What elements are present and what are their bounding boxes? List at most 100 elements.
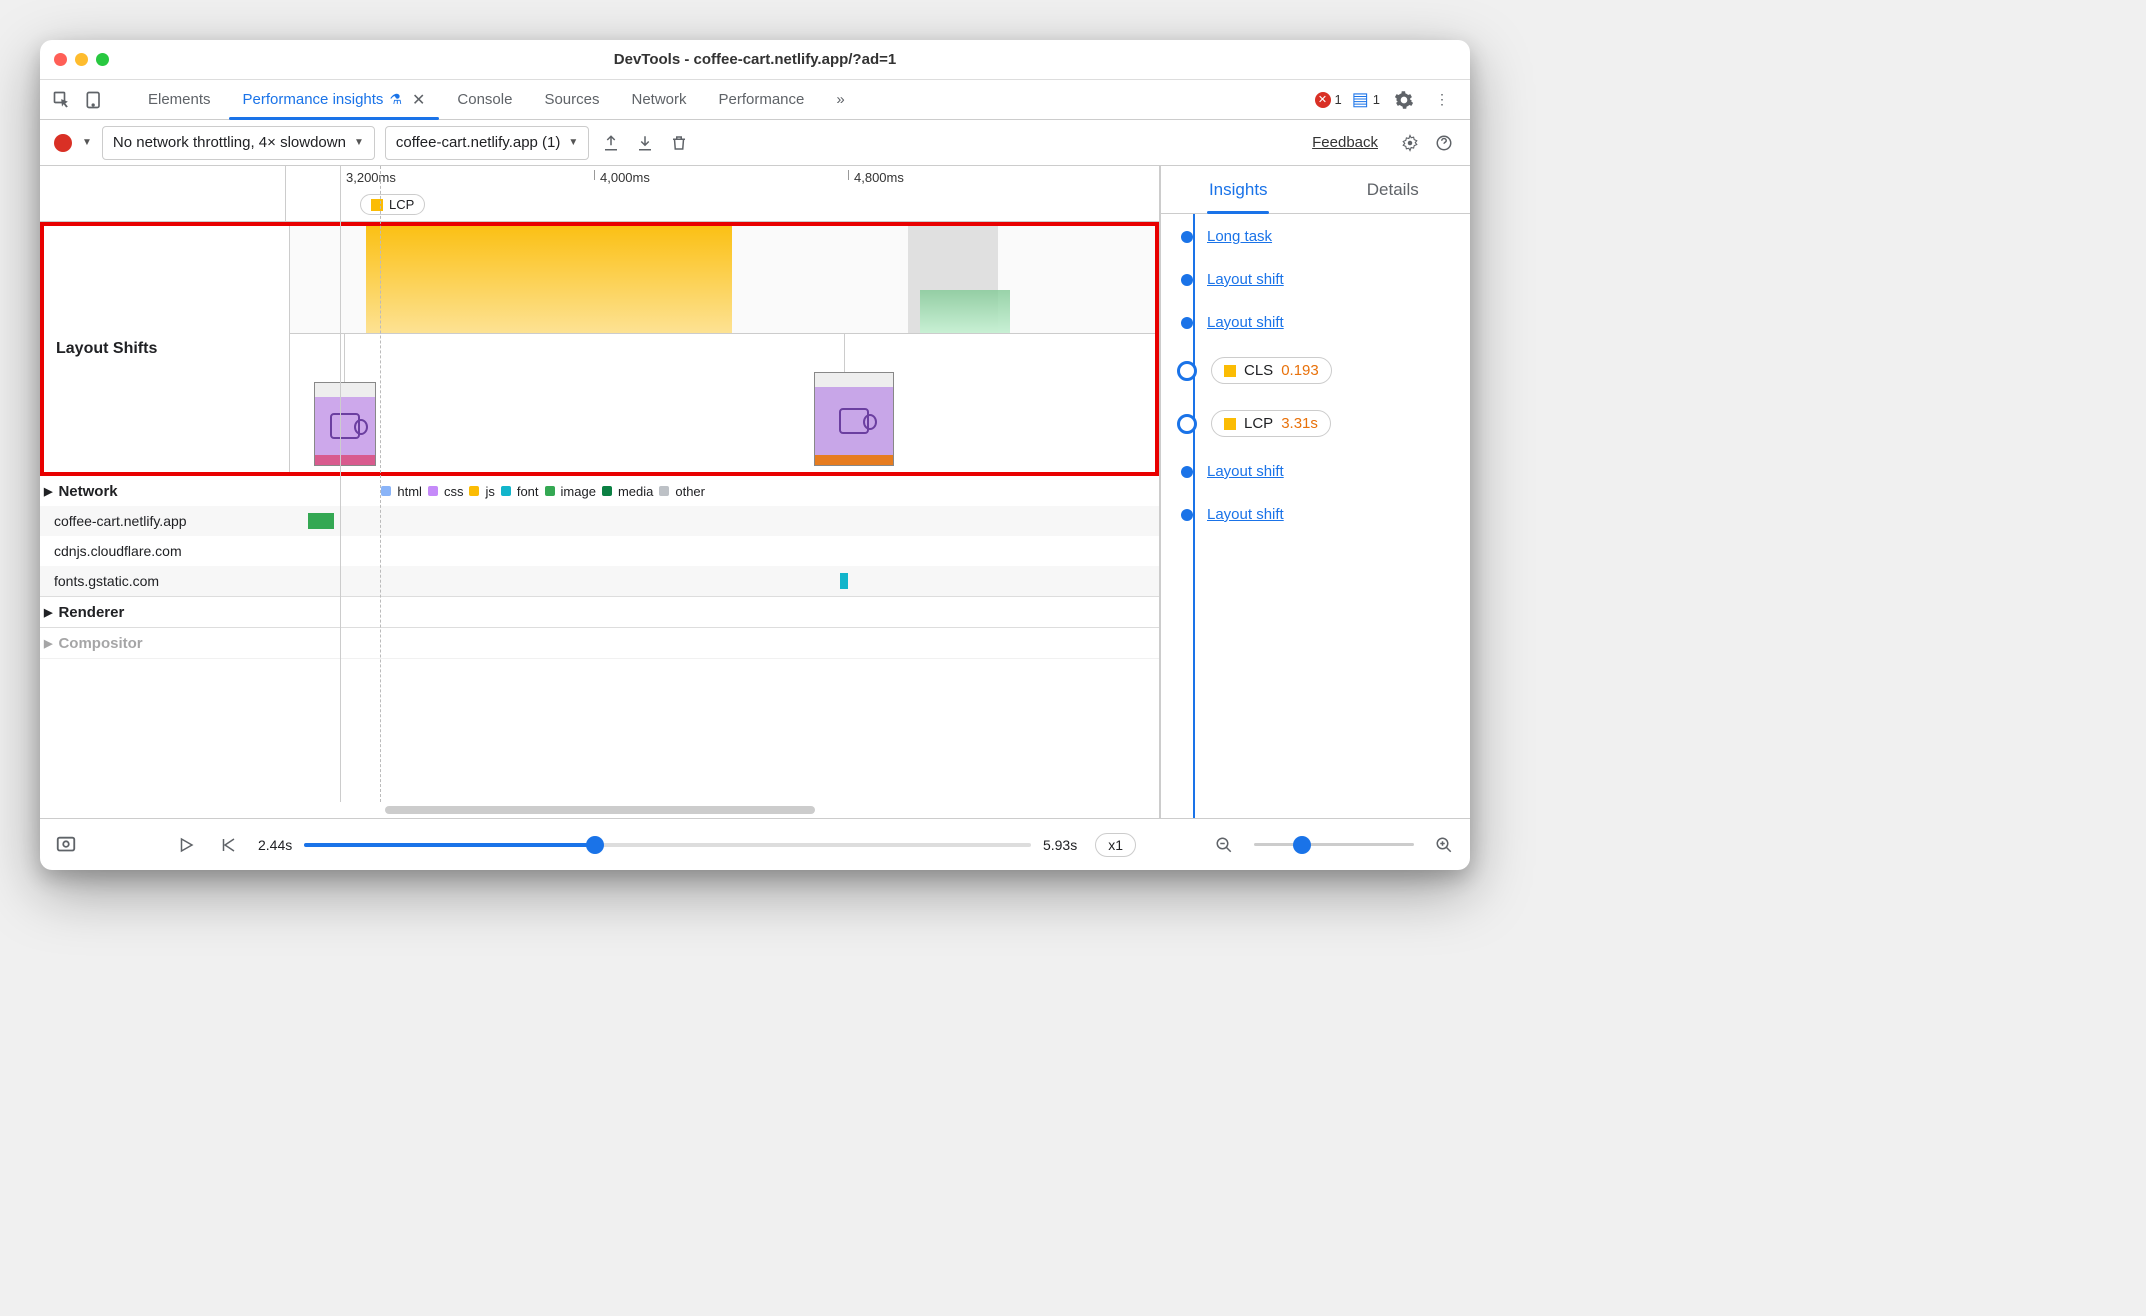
network-row[interactable]: coffee-cart.netlify.app <box>40 506 1159 536</box>
network-row[interactable]: fonts.gstatic.com <box>40 566 1159 596</box>
close-icon[interactable]: ✕ <box>412 90 425 110</box>
horizontal-scrollbar[interactable] <box>40 802 1159 818</box>
insight-link[interactable]: Layout shift <box>1207 463 1284 480</box>
kebab-icon[interactable]: ⋮ <box>1428 86 1456 114</box>
recording-label: coffee-cart.netlify.app (1) <box>396 134 561 151</box>
lcp-pill: LCP 3.31s <box>1211 410 1331 437</box>
tab-performance[interactable]: Performance <box>705 80 819 119</box>
tab-label: Performance <box>719 91 805 108</box>
play-icon[interactable] <box>174 833 198 857</box>
time-start: 2.44s <box>258 837 292 853</box>
zoom-knob[interactable] <box>1293 836 1311 854</box>
zoom-in-icon[interactable] <box>1432 833 1456 857</box>
throttle-select[interactable]: No network throttling, 4× slowdown▼ <box>102 126 375 160</box>
insight-item[interactable]: Layout shift <box>1181 463 1464 480</box>
insight-lcp[interactable]: LCP 3.31s <box>1181 410 1464 437</box>
delete-icon[interactable] <box>667 131 691 155</box>
window-controls <box>54 53 109 66</box>
tab-insights[interactable]: Insights <box>1161 166 1316 213</box>
record-button[interactable] <box>54 134 72 152</box>
section-title: Renderer <box>58 604 124 621</box>
request-bar[interactable] <box>308 513 334 529</box>
layout-shifts-label: Layout Shifts <box>44 226 290 472</box>
insight-link[interactable]: Layout shift <box>1207 314 1284 331</box>
overview-graph[interactable] <box>290 226 1155 334</box>
help-icon[interactable] <box>1432 131 1456 155</box>
renderer-header[interactable]: ▶Renderer <box>40 597 1159 627</box>
export-icon[interactable] <box>599 131 623 155</box>
lcp-block[interactable] <box>366 226 732 333</box>
tab-details[interactable]: Details <box>1316 166 1471 213</box>
record-dropdown[interactable]: ▼ <box>82 137 92 148</box>
ruler-tick: 3,200ms <box>346 170 396 185</box>
experiment-icon: ⚗ <box>389 91 402 108</box>
feedback-link[interactable]: Feedback <box>1312 134 1378 151</box>
screenshot-strip[interactable] <box>290 334 1155 472</box>
tab-sources[interactable]: Sources <box>530 80 613 119</box>
close-window-button[interactable] <box>54 53 67 66</box>
insight-item[interactable]: Long task <box>1181 228 1464 245</box>
rewind-icon[interactable] <box>216 833 240 857</box>
network-section: ▶ Network html css js font image media o… <box>40 476 1159 597</box>
network-row[interactable]: cdnjs.cloudflare.com <box>40 536 1159 566</box>
maximize-window-button[interactable] <box>96 53 109 66</box>
insight-cls[interactable]: CLS 0.193 <box>1181 357 1464 384</box>
request-bar[interactable] <box>840 573 848 589</box>
settings-icon[interactable] <box>1390 86 1418 114</box>
network-header[interactable]: ▶ Network html css js font image media o… <box>40 476 1159 506</box>
section-title: Network <box>58 483 117 500</box>
device-toggle-icon[interactable] <box>80 86 108 114</box>
insight-item[interactable]: Layout shift <box>1181 506 1464 523</box>
minimize-window-button[interactable] <box>75 53 88 66</box>
toolbar: ▼ No network throttling, 4× slowdown▼ co… <box>40 120 1470 166</box>
insight-link[interactable]: Layout shift <box>1207 271 1284 288</box>
time-slider[interactable]: 2.44s 5.93s <box>258 837 1077 853</box>
sidebar: Insights Details Long task Layout shift … <box>1160 166 1470 818</box>
network-legend: html css js font image media other <box>381 484 1159 499</box>
layout-shifts-row: Layout Shifts <box>40 222 1159 476</box>
tab-performance-insights[interactable]: Performance insights ⚗ ✕ <box>229 80 440 119</box>
errors-badge[interactable]: ✕1 <box>1315 92 1342 108</box>
time-ruler[interactable]: 3,200ms 4,000ms 4,800ms LCP <box>40 166 1159 222</box>
main-tabs: Elements Performance insights ⚗ ✕ Consol… <box>40 80 1470 120</box>
lcp-marker[interactable]: LCP <box>360 194 425 215</box>
more-tabs[interactable]: » <box>822 80 858 119</box>
recording-select[interactable]: coffee-cart.netlify.app (1)▼ <box>385 126 589 160</box>
zoom-out-icon[interactable] <box>1212 833 1236 857</box>
compositor-header[interactable]: ▶Compositor <box>40 628 1159 658</box>
slider-knob[interactable] <box>586 836 604 854</box>
devtools-window: DevTools - coffee-cart.netlify.app/?ad=1… <box>40 40 1470 870</box>
speed-button[interactable]: x1 <box>1095 833 1136 857</box>
cls-pill: CLS 0.193 <box>1211 357 1332 384</box>
screenshot-thumb[interactable] <box>814 372 894 466</box>
tab-label: Network <box>631 91 686 108</box>
ruler-tick: 4,800ms <box>854 170 904 185</box>
tab-elements[interactable]: Elements <box>134 80 225 119</box>
insights-list[interactable]: Long task Layout shift Layout shift CLS … <box>1161 214 1470 818</box>
insight-link[interactable]: Long task <box>1207 228 1272 245</box>
ruler-tick: 4,000ms <box>600 170 650 185</box>
screenshot-thumb[interactable] <box>314 382 376 466</box>
insight-item[interactable]: Layout shift <box>1181 271 1464 288</box>
import-icon[interactable] <box>633 131 657 155</box>
tab-label: Performance insights <box>243 91 384 108</box>
throttle-label: No network throttling, 4× slowdown <box>113 134 346 151</box>
inspect-icon[interactable] <box>48 86 76 114</box>
message-icon: ▤ <box>1352 89 1369 110</box>
messages-badge[interactable]: ▤1 <box>1352 89 1380 110</box>
window-title: DevTools - coffee-cart.netlify.app/?ad=1 <box>40 51 1470 68</box>
panel-settings-icon[interactable] <box>1398 131 1422 155</box>
compositor-section: ▶Compositor <box>40 628 1159 659</box>
titlebar: DevTools - coffee-cart.netlify.app/?ad=1 <box>40 40 1470 80</box>
timeline-panel: 3,200ms 4,000ms 4,800ms LCP Layout Shift… <box>40 166 1160 818</box>
tab-network[interactable]: Network <box>617 80 700 119</box>
green-block[interactable] <box>920 290 1010 333</box>
zoom-slider[interactable] <box>1254 843 1414 846</box>
insight-item[interactable]: Layout shift <box>1181 314 1464 331</box>
tab-label: Console <box>457 91 512 108</box>
preview-icon[interactable] <box>54 833 78 857</box>
tab-console[interactable]: Console <box>443 80 526 119</box>
insight-link[interactable]: Layout shift <box>1207 506 1284 523</box>
guide-line <box>380 166 381 802</box>
collapse-icon: ▶ <box>44 485 52 498</box>
